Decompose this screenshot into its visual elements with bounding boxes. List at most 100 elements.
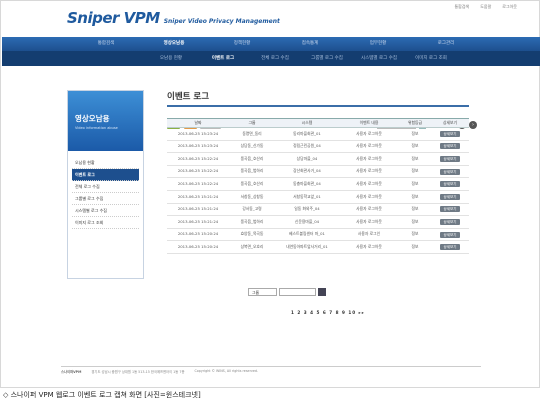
cell-event: 사용자 로그아웃 <box>339 215 399 229</box>
top-link-logout[interactable]: 로그아웃 <box>502 4 517 10</box>
detail-button[interactable]: 상세보기 <box>440 143 460 150</box>
main-nav-item-work[interactable]: 업무현황 <box>344 37 412 51</box>
cell-date: 2013-06-25 15:20:24 <box>167 228 229 242</box>
search-icon[interactable] <box>318 288 326 296</box>
top-links: 통합검색 도움말 로그아웃 <box>454 4 517 10</box>
cell-risk: 정보 <box>399 165 431 179</box>
cell-date: 2013-06-25 15:21:24 <box>167 203 229 217</box>
cell-group: 효양동_목곡동 <box>229 228 275 242</box>
sidebar-item-system-log[interactable]: 시스템별 로그 수집 <box>72 205 139 217</box>
table-row: 2013-06-25 15:21:24 강서동_고령 일동 화외주_04 사용자 로그… <box>167 203 469 217</box>
app-window: 통합검색 도움말 로그아웃 Sniper VPM Sniper Video Pr… <box>0 0 540 388</box>
main-nav-item-stats[interactable]: 접속통계 <box>276 37 344 51</box>
cell-detail: 상세보기 <box>431 215 469 229</box>
cell-event: 사용자 로그아웃 <box>339 140 399 154</box>
top-link-help[interactable]: 도움말 <box>480 4 491 10</box>
cell-system: 동리마을회관_01 <box>275 127 339 141</box>
detail-button[interactable]: 상세보기 <box>440 231 460 238</box>
cell-event: 사용자 로그아웃 <box>339 127 399 141</box>
cell-risk: 정보 <box>399 127 431 141</box>
footer-logo: 스나이퍼VPM <box>61 370 82 374</box>
cell-detail: 상세보기 <box>431 203 469 217</box>
search-type-select[interactable]: 그룹 <box>248 288 277 296</box>
detail-button[interactable]: 상세보기 <box>440 155 460 162</box>
cell-risk: 정보 <box>399 215 431 229</box>
cell-system: 서창동학교앞_01 <box>275 190 339 204</box>
col-date: 날짜 <box>167 118 229 128</box>
cell-system: 내연동아파트앞사거리_01 <box>275 240 339 254</box>
col-risk: 위험등급 <box>399 118 431 128</box>
footer-copyright: Copyright © WINS, All rights reserved. <box>194 369 259 373</box>
col-event: 이벤트 내용 <box>339 118 399 128</box>
cell-risk: 정보 <box>399 190 431 204</box>
next-arrow-icon[interactable]: › <box>469 121 477 129</box>
main-nav-item-abuse[interactable]: 영상오남용 <box>140 37 208 51</box>
table-row: 2013-06-25 15:21:24 서창동_상창동 서창동학교앞_01 사용자 로… <box>167 190 469 204</box>
search-input[interactable] <box>279 288 316 296</box>
cell-group: 풍곡읍_호산리 <box>229 152 275 166</box>
sub-nav-item-system-log[interactable]: 시스템별 로그 수집 <box>353 51 405 66</box>
sub-nav: 오남용 현황 이벤트 로그 전체 로그 수집 그룹별 로그 수집 시스템별 로그… <box>2 51 540 66</box>
cell-event: 사용자 로그아웃 <box>339 165 399 179</box>
cell-group: 서창동_상창동 <box>229 190 275 204</box>
cell-date: 2013-06-25 15:23:24 <box>167 140 229 154</box>
logo[interactable]: Sniper VPM Sniper Video Privacy Manageme… <box>67 9 280 27</box>
cell-risk: 정보 <box>399 152 431 166</box>
table-header-row: 날짜 그룹 시스템 이벤트 내용 위험등급 상세보기 <box>167 118 469 128</box>
detail-button[interactable]: 상세보기 <box>440 218 460 225</box>
sidebar-title: 영상오남용 <box>75 114 110 123</box>
detail-button[interactable]: 상세보기 <box>440 168 460 175</box>
image-caption: ◇ 스나이퍼 VPM 웹로그 이벤트 로그 캡쳐 화면 [사진=윈스테크넷] <box>3 391 201 399</box>
sidebar-item-image-log[interactable]: 이미지 로그 조회 <box>72 217 139 229</box>
cell-system: 베스트볼링센터 마_01 <box>275 228 339 242</box>
sub-nav-item-group-log[interactable]: 그룹별 로그 수집 <box>301 51 353 66</box>
logo-brand: Sniper VPM <box>67 9 160 27</box>
cell-date: 2013-06-25 15:22:24 <box>167 165 229 179</box>
detail-button[interactable]: 상세보기 <box>440 206 460 213</box>
cell-event: 사용자 로그아웃 <box>339 152 399 166</box>
pagination[interactable]: 1 2 3 4 5 6 7 8 9 10 ▸▸ <box>291 310 365 315</box>
table-body: 2013-06-25 15:23:24 동명면_동리 동리마을회관_01 사용자 로그… <box>167 127 469 254</box>
sub-nav-item-all-log[interactable]: 전체 로그 수집 <box>249 51 301 66</box>
event-log-table: 날짜 그룹 시스템 이벤트 내용 위험등급 상세보기 2013-06-25 15… <box>167 118 469 254</box>
top-link-search[interactable]: 통합검색 <box>454 4 469 10</box>
detail-button[interactable]: 상세보기 <box>440 193 460 200</box>
cell-group: 풍곡읍_호산리 <box>229 177 275 191</box>
sub-nav-item-image-log[interactable]: 이미지 로그 조회 <box>405 51 457 66</box>
cell-group: 상당동_신가동 <box>229 140 275 154</box>
table-row: 2013-06-25 15:22:24 풍곡읍_호산리 상당마을_04 사용자 로그아… <box>167 152 469 166</box>
cell-group: 풍곡읍_법하리 <box>229 215 275 229</box>
col-detail: 상세보기 <box>431 118 469 128</box>
main-content: 이벤트 로그 전체 조회 이전저장 2013-06-25 ‹ › 날짜 그룹 시… <box>167 90 477 254</box>
sidebar: 영상오남용 Video information abuse 오남용 현황 이벤트… <box>67 90 144 279</box>
cell-detail: 상세보기 <box>431 152 469 166</box>
sidebar-header: 영상오남용 Video information abuse <box>68 91 143 151</box>
table-row: 2013-06-25 15:20:24 상복면_오호리 내연동아파트앞사거리_01 사… <box>167 240 469 254</box>
col-system: 시스템 <box>275 118 339 128</box>
main-nav-item-search[interactable]: 통합검색 <box>72 37 140 51</box>
table-row: 2013-06-25 15:20:24 효양동_목곡동 베스트볼링센터 마_01 사용… <box>167 228 469 242</box>
cell-system: 장산회관사거_04 <box>275 165 339 179</box>
cell-system: 동충마을회관_04 <box>275 177 339 191</box>
main-nav-item-policy[interactable]: 정책현황 <box>208 37 276 51</box>
sub-nav-item-abuse-status[interactable]: 오남용 현황 <box>145 51 197 66</box>
detail-button[interactable]: 상세보기 <box>440 244 460 251</box>
cell-event: 사용자 로그인 <box>339 228 399 242</box>
sidebar-item-all-log[interactable]: 전체 로그 수집 <box>72 181 139 193</box>
cell-risk: 정보 <box>399 177 431 191</box>
main-nav-item-log[interactable]: 로그관리 <box>412 37 480 51</box>
cell-system: 상당마을_04 <box>275 152 339 166</box>
sidebar-item-abuse-status[interactable]: 오남용 현황 <box>72 157 139 169</box>
cell-detail: 상세보기 <box>431 177 469 191</box>
sidebar-item-event-log[interactable]: 이벤트 로그 <box>72 169 139 181</box>
search-bar: 그룹 <box>248 288 326 296</box>
cell-date: 2013-06-25 15:20:24 <box>167 240 229 254</box>
detail-button[interactable]: 상세보기 <box>440 130 460 137</box>
sub-nav-item-event-log[interactable]: 이벤트 로그 <box>197 51 249 66</box>
cell-risk: 정보 <box>399 203 431 217</box>
cell-risk: 정보 <box>399 228 431 242</box>
cell-detail: 상세보기 <box>431 240 469 254</box>
detail-button[interactable]: 상세보기 <box>440 181 460 188</box>
cell-detail: 상세보기 <box>431 228 469 242</box>
sidebar-item-group-log[interactable]: 그룹별 로그 수집 <box>72 193 139 205</box>
